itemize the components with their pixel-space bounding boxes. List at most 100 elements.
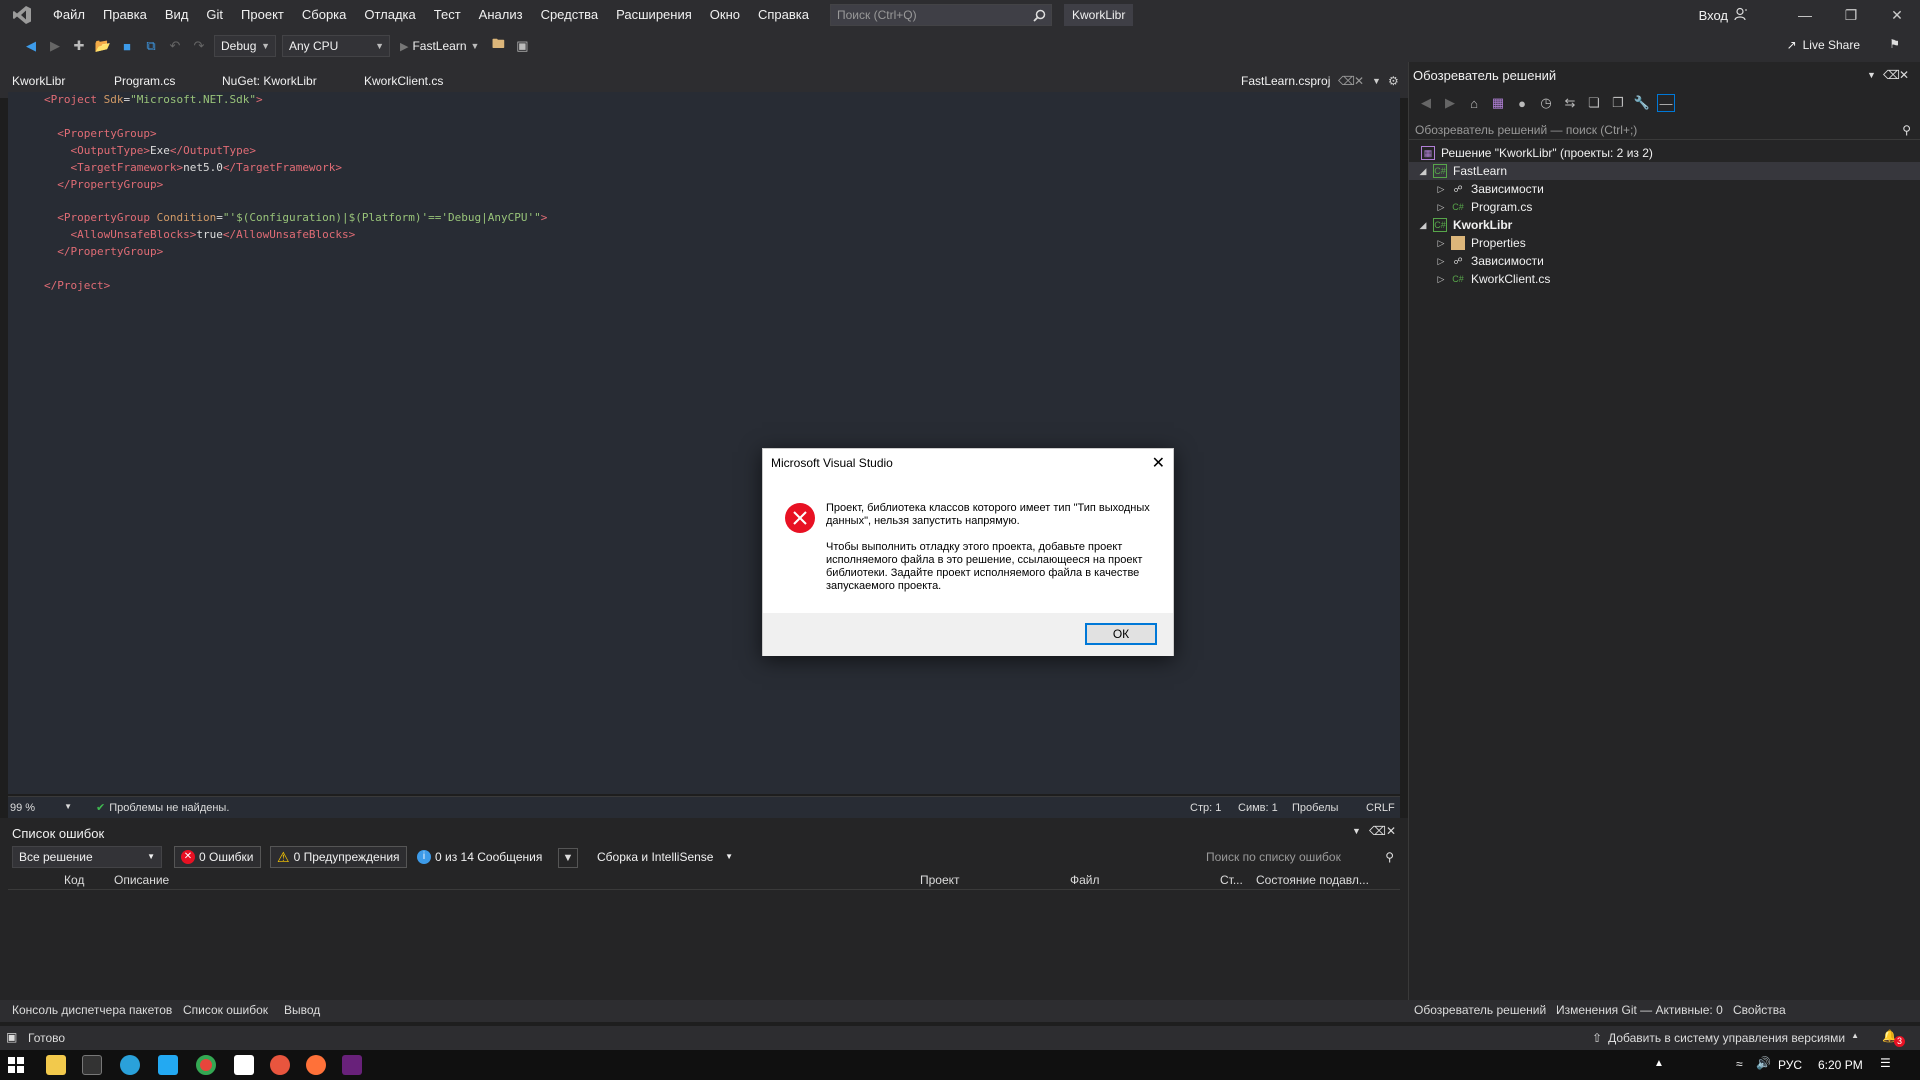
screenshot-icon[interactable]: ▣	[513, 37, 531, 55]
file-explorer-icon[interactable]	[46, 1055, 66, 1075]
col-project[interactable]: Проект	[920, 873, 960, 887]
tab-kworklibr[interactable]: KworkLibr	[12, 74, 65, 88]
solution-explorer-search-input[interactable]: Обозреватель решений — поиск (Ctrl+;) ⚲	[1409, 120, 1920, 140]
tab-list-chevron-down-icon[interactable]: ▼	[1372, 76, 1381, 86]
menu-analyze[interactable]: Анализ	[470, 0, 532, 30]
col-file[interactable]: Файл	[1070, 873, 1100, 887]
editor-settings-gear-icon[interactable]: ⚙	[1388, 74, 1399, 88]
switch-views-icon[interactable]: ▦	[1489, 94, 1507, 112]
visual-studio-taskbar-icon[interactable]	[342, 1055, 362, 1075]
col-code[interactable]: Код	[64, 873, 84, 887]
menu-view[interactable]: Вид	[156, 0, 198, 30]
menu-window[interactable]: Окно	[701, 0, 749, 30]
tab-git-changes[interactable]: Изменения Git — Активные: 0	[1556, 1003, 1723, 1017]
menu-extensions[interactable]: Расширения	[607, 0, 701, 30]
telegram-icon[interactable]	[120, 1055, 140, 1075]
tab-kworkclient-cs[interactable]: KworkClient.cs	[364, 74, 443, 88]
menu-tools[interactable]: Средства	[532, 0, 608, 30]
code-editor[interactable]: <Project Sdk="Microsoft.NET.Sdk"> <Prope…	[8, 92, 1400, 794]
taskbar-language[interactable]: РУС	[1778, 1058, 1802, 1072]
menu-help[interactable]: Справка	[749, 0, 818, 30]
tab-output[interactable]: Вывод	[284, 1003, 320, 1017]
tree-item-fastlearn[interactable]: ◢ C# FastLearn	[1409, 162, 1920, 180]
menu-test[interactable]: Тест	[425, 0, 470, 30]
volume-icon[interactable]: 🔊	[1756, 1056, 1771, 1070]
zoom-select[interactable]: 99 % ▼	[8, 802, 72, 814]
tab-program-cs[interactable]: Program.cs	[114, 74, 175, 88]
typora-icon[interactable]	[234, 1055, 254, 1075]
start-debugging-button[interactable]: ▶ FastLearn ▼	[396, 39, 483, 53]
properties-wrench-icon[interactable]: 🔧	[1633, 94, 1651, 112]
feedback-icon[interactable]: ⚑	[1889, 37, 1900, 51]
live-share-button[interactable]: ↗ Live Share	[1787, 38, 1860, 52]
tree-item-program-cs[interactable]: ▷ C# Program.cs	[1409, 198, 1920, 216]
tree-item-solution[interactable]: ▦ Решение "KworkLibr" (проекты: 2 из 2)	[1409, 144, 1920, 162]
line-indicator[interactable]: Стр: 1	[1190, 802, 1221, 814]
panel-options-chevron-down-icon[interactable]: ▼	[1867, 70, 1876, 80]
chrome-icon[interactable]	[196, 1055, 216, 1075]
close-panel-icon[interactable]: ✕	[1386, 824, 1396, 838]
configuration-select[interactable]: Debug ▼	[214, 35, 276, 57]
open-file-icon[interactable]: 📂	[94, 37, 112, 55]
tree-item-properties[interactable]: ▷ Properties	[1409, 234, 1920, 252]
scope-select[interactable]: Все решение ▼	[12, 846, 162, 868]
back-icon[interactable]: ◀	[1417, 94, 1435, 112]
add-to-source-control-button[interactable]: ⇧ Добавить в систему управления версиями…	[1592, 1031, 1859, 1045]
menu-debug[interactable]: Отладка	[355, 0, 424, 30]
tree-item-dependencies[interactable]: ▷ ☍ Зависимости	[1409, 180, 1920, 198]
warnings-filter-button[interactable]: ⚠ 0 Предупреждения	[270, 846, 407, 868]
tree-item-kworkclient-cs[interactable]: ▷ C# KworkClient.cs	[1409, 270, 1920, 288]
close-panel-icon[interactable]: ✕	[1899, 68, 1909, 82]
error-list-search-input[interactable]: Поиск по списку ошибок ⚲	[1200, 846, 1400, 868]
tray-chevron-up-icon[interactable]: ▲	[1654, 1058, 1664, 1069]
menu-edit[interactable]: Правка	[94, 0, 156, 30]
taskbar-clock[interactable]: 6:20 PM	[1818, 1058, 1863, 1072]
save-icon[interactable]: ■	[118, 37, 136, 55]
show-all-files-icon[interactable]: ❐	[1609, 94, 1627, 112]
messages-filter-button[interactable]: i 0 из 14 Сообщения	[410, 846, 549, 868]
firefox-icon[interactable]	[306, 1055, 326, 1075]
history-icon[interactable]: ◷	[1537, 94, 1555, 112]
source-select[interactable]: Сборка и IntelliSense ▼	[590, 846, 740, 868]
close-window-button[interactable]: ✕	[1874, 0, 1920, 30]
tab-properties[interactable]: Свойства	[1733, 1003, 1786, 1017]
whitespace-indicator[interactable]: Пробелы	[1292, 802, 1338, 814]
tab-nuget-kworklibr[interactable]: NuGet: KworkLibr	[222, 74, 317, 88]
menu-build[interactable]: Сборка	[293, 0, 356, 30]
col-line[interactable]: Ст...	[1220, 873, 1243, 887]
action-center-icon[interactable]: ☰	[1880, 1056, 1891, 1070]
errors-filter-button[interactable]: ✕ 0 Ошибки	[174, 846, 261, 868]
tree-item-kworklibr[interactable]: ◢ C# KworkLibr	[1409, 216, 1920, 234]
navigate-back-icon[interactable]: ◀	[22, 37, 40, 55]
col-indicator[interactable]: Симв: 1	[1238, 802, 1278, 814]
open-in-explorer-icon[interactable]: 🖿	[489, 36, 507, 55]
terminal-icon[interactable]	[82, 1055, 102, 1075]
restore-button[interactable]: ❐	[1828, 0, 1874, 30]
undo-icon[interactable]: ↶	[166, 37, 184, 55]
sync-icon[interactable]: ⇆	[1561, 94, 1579, 112]
quick-search-input[interactable]: Поиск (Ctrl+Q)	[829, 4, 1052, 26]
new-project-icon[interactable]: ✚	[70, 37, 88, 55]
pin-icon[interactable]: ⌫	[1883, 68, 1900, 82]
home-icon[interactable]: ⌂	[1465, 94, 1483, 112]
close-tab-icon[interactable]: ✕	[1354, 74, 1364, 88]
platform-select[interactable]: Any CPU ▼	[282, 35, 390, 57]
navigate-forward-icon[interactable]: ▶	[46, 37, 64, 55]
minimize-button[interactable]: —	[1782, 0, 1828, 30]
tab-error-list[interactable]: Список ошибок	[183, 1003, 268, 1017]
col-description[interactable]: Описание	[114, 873, 169, 887]
app-icon[interactable]	[270, 1055, 290, 1075]
eol-indicator[interactable]: CRLF	[1366, 802, 1395, 814]
menu-file[interactable]: Файл	[44, 0, 94, 30]
panel-options-chevron-down-icon[interactable]: ▼	[1352, 826, 1361, 836]
tree-item-dependencies[interactable]: ▷ ☍ Зависимости	[1409, 252, 1920, 270]
redo-icon[interactable]: ↷	[190, 37, 208, 55]
preview-icon[interactable]: —	[1657, 94, 1675, 112]
tab-solution-explorer[interactable]: Обозреватель решений	[1414, 1003, 1546, 1017]
signin-button[interactable]: Вход	[1699, 7, 1748, 24]
dialog-close-icon[interactable]: ✕	[1152, 453, 1165, 473]
filter-icon[interactable]: ▼	[558, 848, 578, 868]
pin-icon[interactable]: ⌫	[1369, 824, 1386, 838]
git-status-icon[interactable]: ●	[1513, 94, 1531, 112]
menu-project[interactable]: Проект	[232, 0, 293, 30]
